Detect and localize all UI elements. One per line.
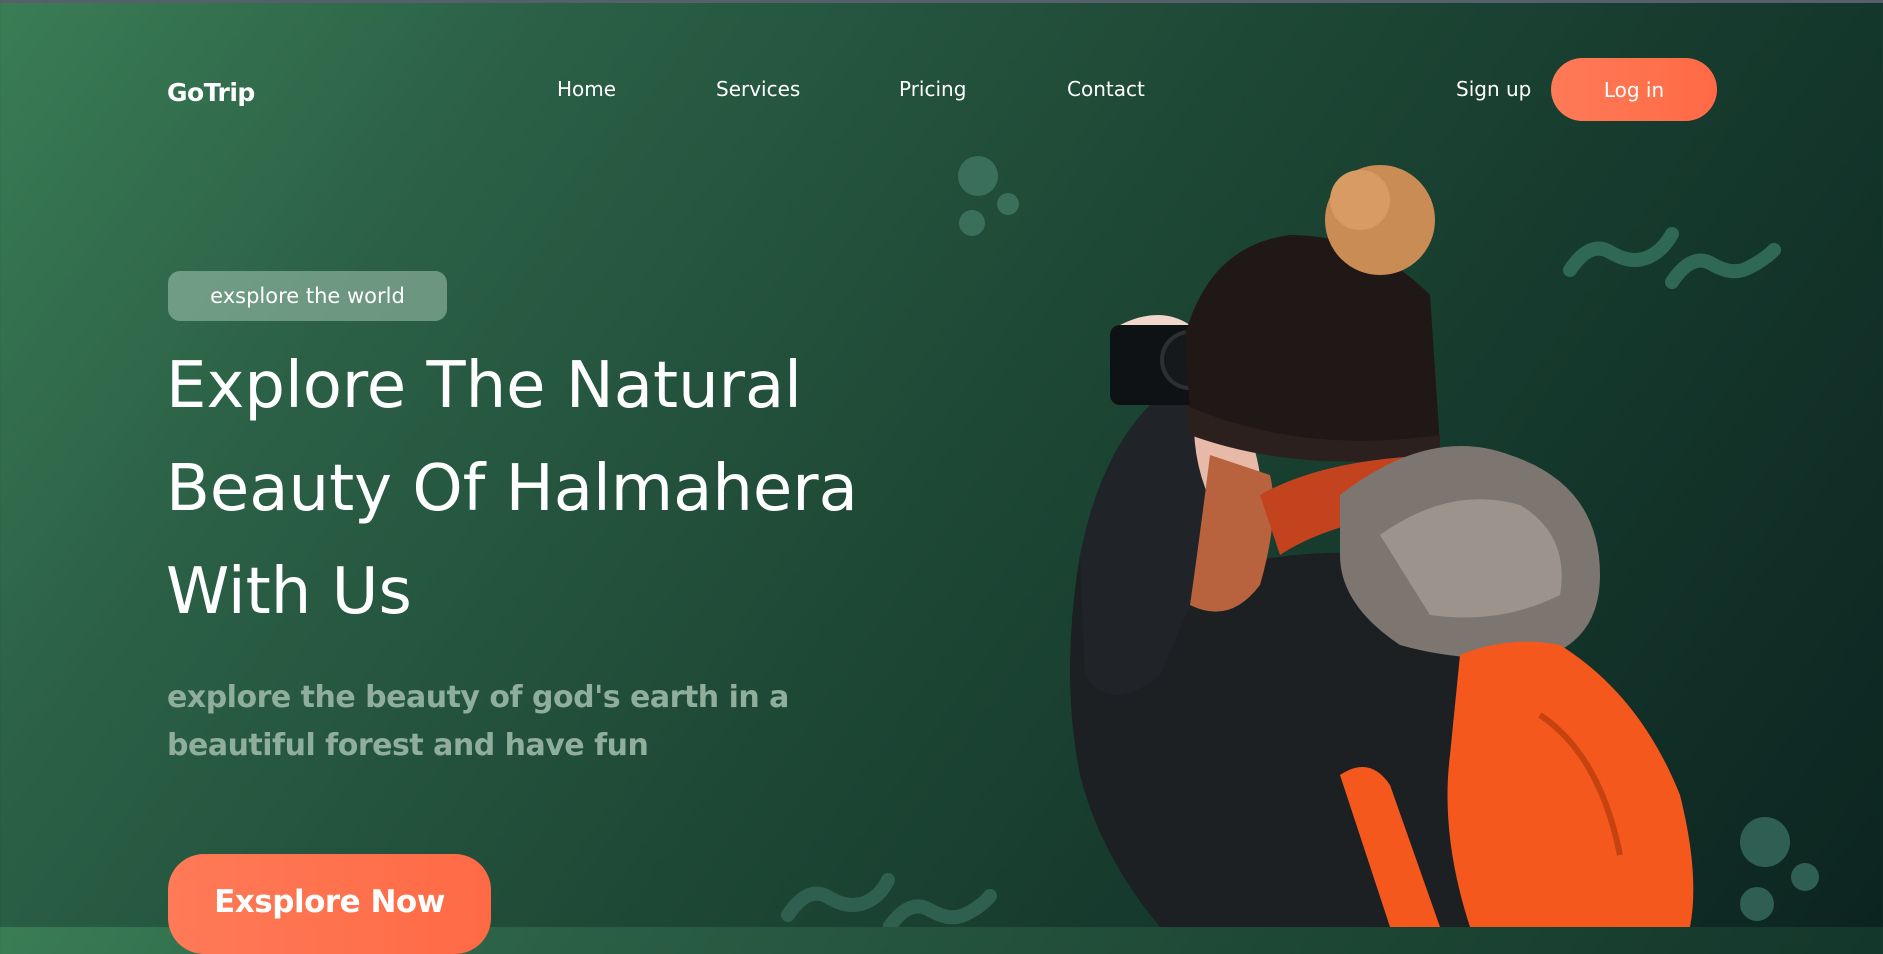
headline-line-3: With Us [166,555,412,629]
headline-line-2: Beauty Of Halmahera [166,452,858,526]
login-button[interactable]: Log in [1551,58,1717,121]
decor-waves-bottom-icon [781,873,997,927]
hero-headline: Explore The Natural Beauty Of Halmahera … [166,335,926,644]
decor-dots-icon [958,156,1019,236]
nav-services[interactable]: Services [716,77,800,101]
window-top-border [0,0,1883,3]
signup-link[interactable]: Sign up [1456,77,1531,101]
explore-now-button[interactable]: Exsplore Now [168,854,491,954]
nav-contact[interactable]: Contact [1067,77,1145,101]
decor-dots-bottom-icon [1740,817,1819,921]
headline-line-1: Explore The Natural [166,349,802,423]
explore-badge: exsplore the world [168,271,447,321]
nav-home[interactable]: Home [557,77,616,101]
hero-subtitle: explore the beauty of god's earth in a b… [167,680,789,763]
hero-photographer-image [1070,165,1694,927]
brand-logo[interactable]: GoTrip [167,78,255,107]
nav-pricing[interactable]: Pricing [899,77,966,101]
